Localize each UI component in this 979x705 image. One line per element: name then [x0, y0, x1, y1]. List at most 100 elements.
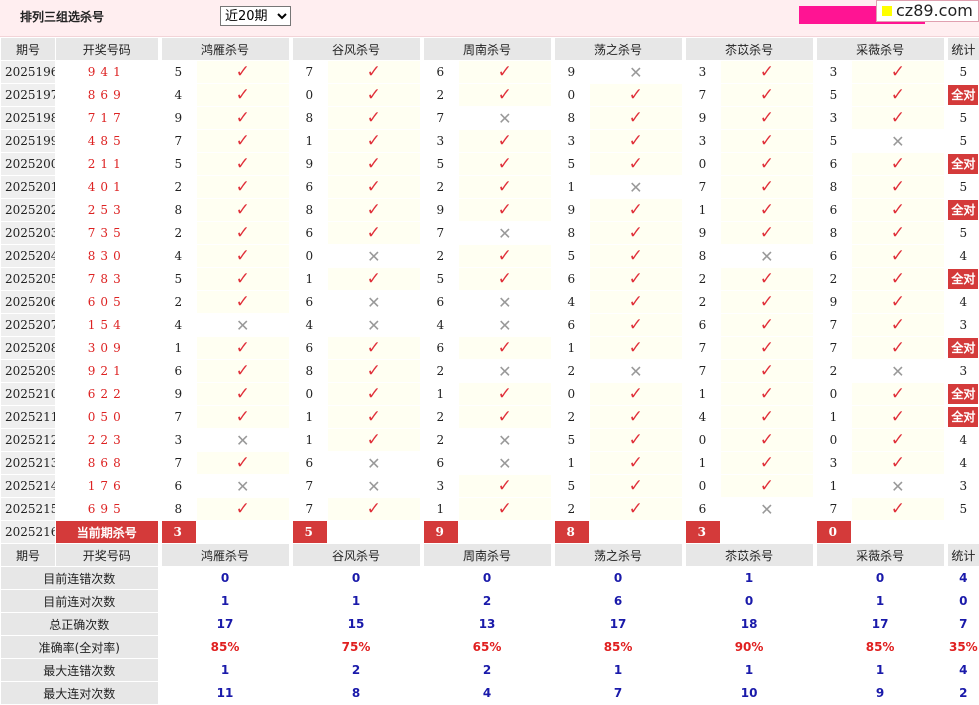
cross-mark-icon: ✕: [498, 109, 511, 128]
summary-value: 8: [291, 682, 422, 705]
range-select[interactable]: 近20期: [220, 6, 291, 26]
period-cell: 2025206: [1, 291, 56, 314]
kill-number: 6: [815, 153, 852, 176]
cross-mark-icon: ✕: [367, 293, 380, 312]
kill-number: 2: [422, 406, 459, 429]
current-stat-blank: [946, 521, 979, 544]
summary-col-expert: 周南杀号: [422, 544, 553, 567]
cross-mark-icon: ✕: [498, 293, 511, 312]
kill-number: 0: [684, 429, 721, 452]
draw-number: 211: [56, 153, 160, 176]
check-icon: ✓: [197, 61, 291, 84]
cross-mark-icon: ✕: [891, 132, 904, 151]
period-cell: 2025209: [1, 360, 56, 383]
check-icon: ✓: [721, 452, 815, 475]
summary-row: 最大连对次数118471092: [1, 682, 979, 705]
check-mark-icon: ✓: [236, 62, 250, 82]
correct-count: 3: [960, 364, 968, 378]
all-correct-badge: 全对: [948, 384, 978, 404]
period-cell: 2025199: [1, 130, 56, 153]
kill-number: 2: [422, 84, 459, 107]
cross-icon: ✕: [459, 429, 553, 452]
summary-label: 目前连错次数: [1, 567, 160, 590]
check-icon: ✓: [459, 176, 553, 199]
period-cell: 2025200: [1, 153, 56, 176]
summary-label: 准确率(全对率): [1, 636, 160, 659]
all-correct-badge: 全对: [948, 154, 978, 174]
kill-number: 6: [160, 475, 197, 498]
kill-number: 0: [291, 245, 328, 268]
kill-number: 7: [684, 176, 721, 199]
kill-number: 9: [684, 222, 721, 245]
site-logo[interactable]: cz89.com: [876, 0, 979, 22]
period-cell: 2025213: [1, 452, 56, 475]
kill-number: 6: [291, 222, 328, 245]
cross-mark-icon: ✕: [629, 63, 642, 82]
check-icon: ✓: [328, 199, 422, 222]
check-icon: ✓: [721, 61, 815, 84]
kill-number: 1: [684, 452, 721, 475]
check-mark-icon: ✓: [891, 246, 905, 266]
check-mark-icon: ✓: [236, 407, 250, 427]
all-correct-badge: 全对: [948, 200, 978, 220]
kill-number: 0: [684, 153, 721, 176]
summary-value: 75%: [291, 636, 422, 659]
correct-count: 5: [960, 134, 968, 148]
draw-number: 695: [56, 498, 160, 521]
period-cell: 2025202: [1, 199, 56, 222]
summary-value: 85%: [553, 636, 684, 659]
kill-number: 1: [422, 383, 459, 406]
summary-value: 90%: [684, 636, 815, 659]
check-mark-icon: ✓: [891, 453, 905, 473]
check-icon: ✓: [852, 245, 946, 268]
period-cell: 2025197: [1, 84, 56, 107]
kill-number: 2: [553, 406, 590, 429]
check-icon: ✓: [590, 406, 684, 429]
check-mark-icon: ✓: [760, 108, 774, 128]
summary-col-draw: 开奖号码: [56, 544, 160, 567]
kill-number: 8: [291, 360, 328, 383]
check-icon: ✓: [459, 199, 553, 222]
check-mark-icon: ✓: [629, 315, 643, 335]
draw-number: 735: [56, 222, 160, 245]
kill-number: 9: [160, 383, 197, 406]
check-icon: ✓: [852, 383, 946, 406]
kill-number: 3: [815, 452, 852, 475]
check-mark-icon: ✓: [498, 131, 512, 151]
current-kill-number: 3: [684, 521, 721, 544]
kill-number: 8: [553, 222, 590, 245]
check-mark-icon: ✓: [236, 85, 250, 105]
check-icon: ✓: [197, 383, 291, 406]
check-mark-icon: ✓: [629, 154, 643, 174]
table-row: 20252022538✓8✓9✓9✓1✓6✓全对: [1, 199, 979, 222]
check-icon: ✓: [590, 199, 684, 222]
summary-value: 2: [422, 659, 553, 682]
summary-value: 10: [684, 682, 815, 705]
check-icon: ✓: [852, 61, 946, 84]
draw-number: 783: [56, 268, 160, 291]
cross-mark-icon: ✕: [367, 477, 380, 496]
check-mark-icon: ✓: [760, 453, 774, 473]
kill-number: 9: [684, 107, 721, 130]
draw-number: 869: [56, 84, 160, 107]
summary-label: 总正确次数: [1, 613, 160, 636]
kill-number: 7: [684, 84, 721, 107]
stat-cell: 全对: [946, 199, 979, 222]
kill-number: 5: [553, 245, 590, 268]
period-cell: 2025201: [1, 176, 56, 199]
cross-mark-icon: ✕: [891, 362, 904, 381]
summary-value: 18: [684, 613, 815, 636]
check-icon: ✓: [197, 360, 291, 383]
check-icon: ✓: [197, 153, 291, 176]
stat-cell: 4: [946, 429, 979, 452]
current-kill-blank: [721, 521, 815, 544]
current-kill-blank: [590, 521, 684, 544]
check-icon: ✓: [590, 383, 684, 406]
summary-col-expert: 谷风杀号: [291, 544, 422, 567]
check-mark-icon: ✓: [760, 292, 774, 312]
check-mark-icon: ✓: [760, 384, 774, 404]
table-row: 20252066052✓6✕6✕4✓2✓9✓4: [1, 291, 979, 314]
check-mark-icon: ✓: [629, 338, 643, 358]
check-icon: ✓: [852, 176, 946, 199]
check-icon: ✓: [197, 245, 291, 268]
